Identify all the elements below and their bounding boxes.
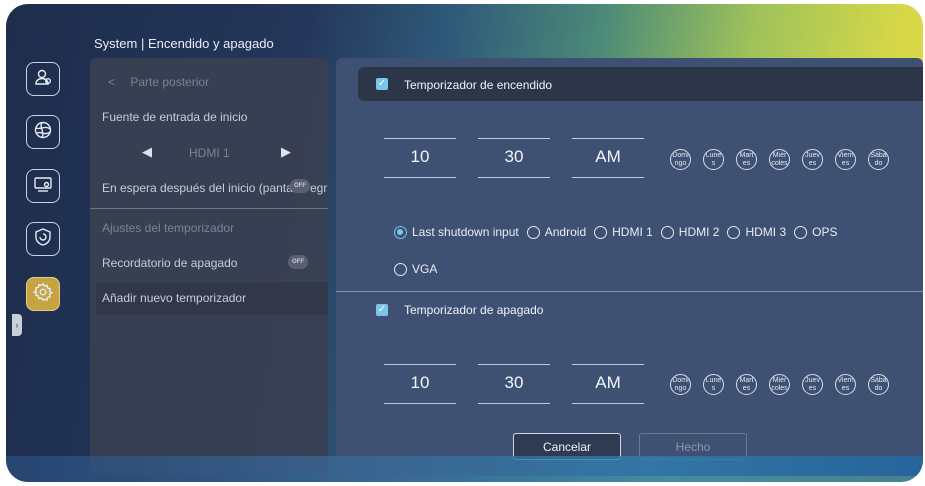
power-on-day-sunday[interactable]: Domingo	[670, 149, 691, 170]
globe-icon	[33, 120, 53, 145]
standby-label-tail: egra	[310, 181, 328, 195]
timer-settings-label: Ajustes del temporizador	[102, 221, 235, 235]
power-on-hour-field[interactable]: 10	[384, 138, 456, 178]
radio-icon	[594, 225, 608, 239]
power-off-label: Temporizador de apagado	[404, 303, 544, 317]
power-on-minute: 30	[504, 147, 524, 166]
source-option-hdmi2[interactable]: HDMI 2	[660, 225, 720, 239]
screen-frame: › System | Encendido y apagado < Parte p…	[6, 4, 923, 482]
power-off-day-sunday[interactable]: Domingo	[670, 374, 691, 395]
sidebar-item-network[interactable]	[26, 115, 60, 149]
power-on-day-friday[interactable]: Viernes	[835, 149, 856, 170]
sidebar-item-security[interactable]	[26, 222, 60, 256]
add-timer-label[interactable]: Añadir nuevo temporizador	[102, 291, 246, 305]
shutdown-reminder-toggle[interactable]: OFF	[288, 255, 308, 269]
power-off-day-monday[interactable]: Lunes	[703, 374, 724, 395]
power-on-day-saturday[interactable]: Sábado	[868, 149, 889, 170]
source-label: OPS	[812, 225, 838, 239]
source-option-android[interactable]: Android	[526, 225, 587, 239]
power-on-day-monday[interactable]: Lunes	[703, 149, 724, 170]
source-label: HDMI 2	[678, 225, 720, 239]
power-on-minute-field[interactable]: 30	[478, 138, 550, 178]
source-label: Last shutdown input	[412, 225, 519, 239]
power-on-hour: 10	[410, 147, 430, 166]
source-label: HDMI 1	[612, 225, 653, 239]
power-on-source-group-row2: VGA	[394, 262, 445, 276]
power-on-checkbox[interactable]: ✓	[376, 78, 388, 90]
power-off-day-wednesday[interactable]: Miércoles	[769, 374, 790, 395]
source-option-vga[interactable]: VGA	[394, 262, 437, 276]
sidebar-item-display[interactable]	[26, 169, 60, 203]
shutdown-reminder-label: Recordatorio de apagado	[102, 256, 238, 270]
source-option-hdmi3[interactable]: HDMI 3	[727, 225, 786, 239]
power-off-day-thursday[interactable]: Jueves	[802, 374, 823, 395]
back-label: Parte posterior	[130, 75, 210, 89]
source-option-ops[interactable]: OPS	[794, 225, 837, 239]
arrow-right-icon[interactable]: ▶	[281, 144, 291, 160]
section-divider	[336, 291, 923, 292]
source-option-hdmi1[interactable]: HDMI 1	[594, 225, 653, 239]
power-off-day-friday[interactable]: Viernes	[835, 374, 856, 395]
power-on-day-thursday[interactable]: Jueves	[802, 149, 823, 170]
source-label: Android	[544, 225, 587, 239]
cancel-button[interactable]: Cancelar	[513, 433, 621, 460]
power-on-label: Temporizador de encendido	[404, 78, 553, 92]
sidebar-collapse-handle[interactable]: ›	[12, 314, 22, 336]
chevron-left-icon: <	[108, 75, 116, 89]
power-off-day-saturday[interactable]: Sábado	[868, 374, 889, 395]
chevron-right-icon: ›	[15, 320, 19, 330]
radio-icon	[794, 225, 808, 239]
power-on-ampm: AM	[595, 147, 621, 166]
radio-selected-icon	[394, 225, 407, 239]
sidebar-item-system[interactable]	[26, 277, 60, 311]
radio-icon	[394, 262, 407, 276]
source-label: HDMI 3	[745, 225, 787, 239]
radio-icon	[526, 225, 540, 239]
divider	[90, 208, 328, 209]
back-button[interactable]: < Parte posterior	[108, 75, 209, 89]
power-off-hour: 10	[410, 373, 430, 392]
gear-icon	[32, 282, 54, 307]
power-on-day-wednesday[interactable]: Miércoles	[769, 149, 790, 170]
timer-dialog: ✓ Temporizador de encendido 10 30 AM Dom…	[336, 58, 923, 476]
power-on-day-tuesday[interactable]: Martes	[736, 149, 757, 170]
display-settings-icon	[33, 174, 53, 199]
power-off-hour-field[interactable]: 10	[384, 364, 456, 404]
done-button[interactable]: Hecho	[639, 433, 747, 460]
power-on-source-group: Last shutdown input Android HDMI 1 HDMI …	[394, 225, 845, 239]
sidebar-item-user[interactable]	[26, 62, 60, 96]
arrow-left-icon[interactable]: ◀	[142, 144, 152, 160]
standby-label: En espera después del inicio (pantall	[102, 181, 299, 195]
power-off-minute-field[interactable]: 30	[478, 364, 550, 404]
power-off-ampm-field[interactable]: AM	[572, 364, 644, 404]
shield-icon	[33, 227, 53, 252]
power-off-day-tuesday[interactable]: Martes	[736, 374, 757, 395]
power-off-ampm: AM	[595, 373, 621, 392]
power-off-checkbox[interactable]: ✓	[376, 304, 388, 316]
input-source-label: Fuente de entrada de inicio	[102, 110, 248, 124]
source-label: VGA	[412, 262, 438, 276]
radio-icon	[727, 225, 741, 239]
input-source-value: HDMI 1	[189, 146, 230, 160]
user-icon	[33, 67, 53, 92]
source-option-last-shutdown[interactable]: Last shutdown input	[394, 225, 519, 239]
power-on-ampm-field[interactable]: AM	[572, 138, 644, 178]
standby-toggle[interactable]: OFF	[290, 179, 310, 193]
settings-list-panel: < Parte posterior Fuente de entrada de i…	[90, 58, 328, 474]
page-title: System | Encendido y apagado	[94, 36, 274, 51]
radio-icon	[660, 225, 674, 239]
power-off-minute: 30	[504, 373, 524, 392]
